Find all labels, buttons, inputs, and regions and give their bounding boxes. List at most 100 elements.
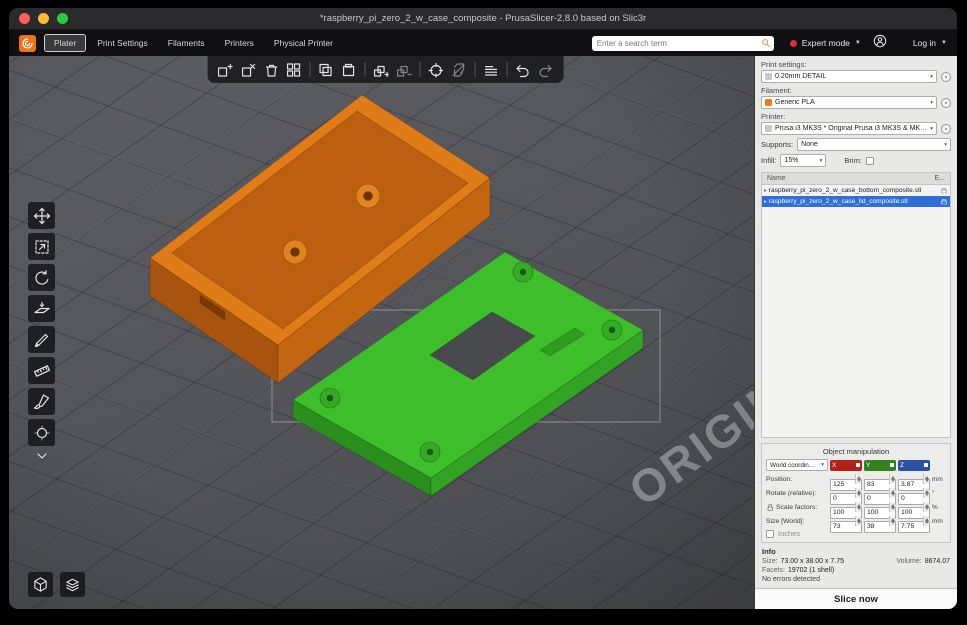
printable-toggle-icon[interactable]	[940, 187, 948, 195]
spinner[interactable]	[889, 502, 895, 512]
account-button[interactable]	[873, 34, 887, 53]
info-panel: Info Size: 73.00 x 38.00 x 7.75 Volume: 86…	[755, 543, 957, 585]
tab-physical-printer[interactable]: Physical Printer	[265, 35, 342, 51]
split-parts-button[interactable]	[448, 59, 469, 80]
mode-selector[interactable]: Expert mode ▼	[789, 38, 861, 48]
tab-plater[interactable]: Plater	[44, 34, 87, 52]
remove-instance-button[interactable]	[393, 59, 414, 80]
combo-arrow-icon: ▾	[821, 462, 824, 468]
combo-arrow-icon: ▾	[819, 157, 823, 164]
view-mode-buttons	[28, 572, 85, 597]
object-list-item[interactable]: ▸ raspberry_pi_zero_2_w_case_bottom_comp…	[762, 185, 950, 196]
spinner[interactable]	[923, 474, 929, 484]
spinner[interactable]	[889, 516, 895, 526]
login-button[interactable]: Log in ▼	[913, 38, 947, 48]
menubar: Plater Print Settings Filaments Printers…	[9, 30, 957, 56]
toolbar-separator	[309, 62, 311, 77]
variable-layer-height-button[interactable]	[480, 59, 501, 80]
spinner[interactable]	[889, 488, 895, 498]
undo-button[interactable]	[512, 59, 533, 80]
spinner[interactable]	[855, 488, 861, 498]
scene-3d: ORIGINAL	[149, 94, 754, 516]
search-box[interactable]	[591, 35, 774, 51]
chevron-down-icon	[36, 453, 47, 459]
split-objects-button[interactable]	[425, 59, 446, 80]
search-input[interactable]	[591, 35, 774, 51]
inches-checkbox[interactable]	[766, 529, 774, 538]
editor-view-button[interactable]	[28, 572, 53, 597]
measure-tool-button[interactable]	[28, 357, 55, 384]
remove-instance-icon	[396, 65, 412, 77]
viewport-3d[interactable]: ORIGINAL	[9, 56, 754, 609]
login-label: Log in	[912, 38, 937, 48]
toolbar-separator	[364, 62, 366, 77]
cut-tool-button[interactable]	[28, 326, 55, 353]
spinner[interactable]	[923, 502, 929, 512]
supports-value: None	[801, 141, 818, 148]
size-info-label: Size:	[762, 558, 778, 565]
tab-filaments[interactable]: Filaments	[159, 35, 214, 51]
filament-select[interactable]: Generic PLA ▾	[761, 96, 937, 109]
coordinates-select[interactable]: World coordinates ▾	[766, 459, 828, 471]
object-list-item-selected[interactable]: ▸ raspberry_pi_zero_2_w_case_lid_composi…	[762, 196, 950, 207]
collapse-toolbar-button[interactable]	[28, 450, 55, 460]
brim-label: Brim:	[844, 156, 862, 165]
item-caret-icon: ▸	[764, 198, 767, 205]
rotate-label: Rotate (relative):	[766, 489, 817, 497]
seam-tool-button[interactable]	[28, 419, 55, 446]
axis-x-header: X	[830, 459, 862, 471]
redo-button[interactable]	[535, 59, 556, 80]
printer-edit-button[interactable]	[941, 123, 951, 134]
search-icon	[761, 39, 770, 48]
add-instance-button[interactable]	[370, 59, 391, 80]
slice-now-button[interactable]: Slice now	[755, 588, 957, 609]
filament-edit-button[interactable]	[941, 97, 951, 108]
spinner[interactable]	[889, 474, 895, 484]
arrange-button[interactable]	[283, 59, 304, 80]
delete-all-button[interactable]	[260, 59, 281, 80]
brim-checkbox[interactable]	[865, 156, 874, 165]
minimize-button[interactable]	[38, 13, 49, 24]
move-tool-button[interactable]	[28, 202, 55, 229]
right-sidebar: Print settings: 0.20mm DETAIL ▾ Filament…	[754, 56, 957, 609]
infill-select[interactable]: 15% ▾	[780, 154, 827, 167]
object-manipulation-title: Object manipulation	[822, 447, 890, 456]
spinner[interactable]	[855, 502, 861, 512]
layer-height-icon	[765, 73, 772, 80]
close-button[interactable]	[19, 13, 30, 24]
redo-icon	[539, 64, 552, 77]
remove-model-button[interactable]	[237, 59, 258, 80]
spinner[interactable]	[923, 488, 929, 498]
place-on-face-tool-button[interactable]	[28, 295, 55, 322]
preview-view-button[interactable]	[60, 572, 85, 597]
rotate-tool-button[interactable]	[28, 264, 55, 291]
copy-button[interactable]	[315, 59, 336, 80]
print-settings-label: Print settings:	[761, 60, 807, 69]
tab-print-settings[interactable]: Print Settings	[88, 35, 157, 51]
add-model-button[interactable]	[214, 59, 235, 80]
printable-toggle-icon[interactable]	[940, 198, 948, 206]
preview-layers-icon	[66, 578, 79, 592]
spinner[interactable]	[855, 516, 861, 526]
combo-arrow-icon: ▾	[944, 141, 947, 148]
flatten-tool-icon	[33, 301, 50, 313]
size-label: Size [World]:	[766, 517, 805, 525]
paste-button[interactable]	[338, 59, 359, 80]
spinner[interactable]	[923, 516, 929, 526]
tab-printers[interactable]: Printers	[216, 35, 263, 51]
paint-support-tool-button[interactable]	[28, 388, 55, 415]
seam-tool-icon	[33, 424, 50, 441]
add-model-icon	[217, 63, 233, 77]
uniform-scale-lock-icon[interactable]	[766, 503, 774, 512]
print-settings-select[interactable]: 0.20mm DETAIL ▾	[761, 70, 937, 83]
split-parts-icon	[452, 62, 465, 77]
zoom-button[interactable]	[57, 13, 68, 24]
spinner[interactable]	[855, 474, 861, 484]
expert-mode-indicator-dot	[789, 39, 797, 47]
printer-select[interactable]: Prusa i3 MK3S * Original Prusa i3 MK3S &…	[761, 122, 937, 135]
scale-tool-button[interactable]	[28, 233, 55, 260]
supports-select[interactable]: None ▾	[797, 138, 951, 151]
top-toolbar	[207, 56, 564, 83]
print-settings-edit-button[interactable]	[941, 71, 951, 82]
remove-model-icon	[241, 63, 256, 77]
